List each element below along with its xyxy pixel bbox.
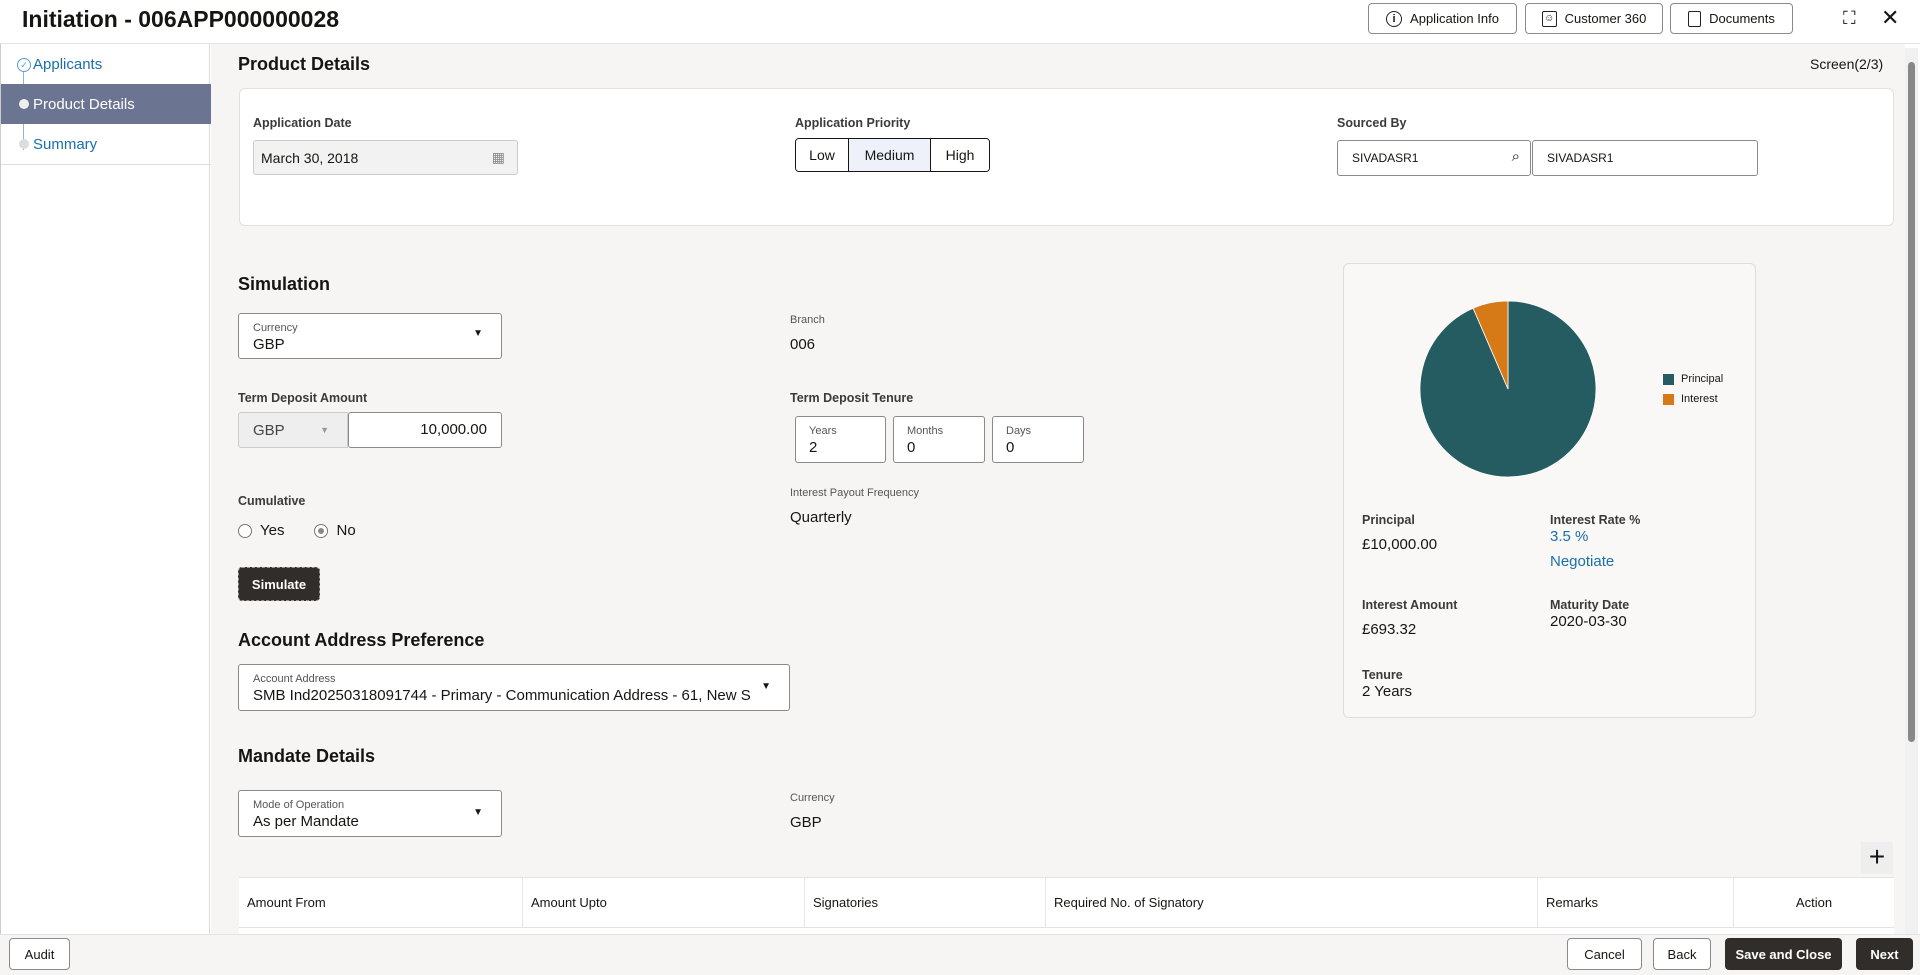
save-and-close-button[interactable]: Save and Close (1725, 938, 1842, 970)
simulation-title: Simulation (238, 274, 331, 294)
audit-button[interactable]: Audit (9, 938, 70, 970)
calendar-icon[interactable]: ▦ (492, 149, 505, 166)
mandate-currency-value: GBP (790, 814, 822, 831)
currency-select[interactable]: Currency GBP ▼ (238, 313, 502, 359)
sourced-by-id-value: SIVADASR1 (1352, 151, 1419, 165)
legend-swatch (1663, 393, 1674, 405)
interest-rate-value: 3.5 % (1550, 528, 1589, 545)
vertical-scrollbar[interactable] (1905, 48, 1918, 934)
mode-of-operation-value: As per Mandate (253, 813, 359, 830)
interest-rate-label: Interest Rate % (1550, 513, 1641, 527)
interest-amount-label: Interest Amount (1362, 598, 1458, 612)
amount-currency-value: GBP (253, 421, 285, 439)
cumulative-no-radio[interactable] (314, 523, 329, 538)
tenure-months-input[interactable]: Months 0 (893, 416, 985, 463)
mandate-currency-label: Currency (790, 792, 835, 804)
legend-label: Interest (1681, 393, 1718, 405)
days-value: 0 (1006, 439, 1015, 456)
sourced-by-name-field[interactable]: SIVADASR1 (1532, 140, 1758, 176)
legend-item-principal: Principal (1663, 373, 1723, 385)
tenure-days-input[interactable]: Days 0 (992, 416, 1084, 463)
table-divider (239, 927, 1894, 928)
plus-icon: + (1868, 841, 1886, 872)
column-header-amount-upto[interactable]: Amount Upto (523, 878, 805, 927)
account-address-select[interactable]: Account Address SMB Ind20250318091744 - … (238, 664, 790, 711)
application-date-label: Application Date (253, 116, 352, 130)
negotiate-link[interactable]: Negotiate (1550, 553, 1614, 570)
sourced-by-id-field[interactable]: SIVADASR1 ⌕ (1337, 140, 1531, 176)
sourced-by-label: Sourced By (1337, 116, 1407, 130)
years-value: 2 (809, 439, 818, 456)
chevron-down-icon: ▼ (473, 328, 483, 339)
tenure-summary-label: Tenure (1362, 668, 1403, 682)
mandate-section-title: Mandate Details (238, 746, 376, 766)
amount-label: Term Deposit Amount (238, 391, 368, 405)
scrollbar-thumb[interactable] (1908, 62, 1915, 742)
legend-swatch (1663, 373, 1674, 385)
section-title: Product Details (238, 54, 371, 74)
legend-item-interest: Interest (1663, 393, 1723, 405)
chart-legend: Principal Interest (1663, 373, 1723, 405)
branch-label: Branch (790, 314, 825, 326)
mandate-table: Amount From Amount Upto Signatories Requ… (239, 877, 1894, 934)
simulate-button[interactable]: Simulate (238, 567, 320, 601)
principal-value: £10,000.00 (1362, 536, 1438, 553)
back-button[interactable]: Back (1653, 938, 1711, 970)
cumulative-no-label: No (336, 522, 356, 539)
sourced-by-name-value: SIVADASR1 (1547, 151, 1614, 165)
priority-high[interactable]: High (931, 139, 989, 171)
column-header-signatories[interactable]: Signatories (805, 878, 1046, 927)
cumulative-label: Cumulative (238, 494, 306, 508)
maturity-date-label: Maturity Date (1550, 598, 1630, 612)
main-content: Product Details Screen(2/3) Application … (211, 44, 1905, 934)
tenure-label: Term Deposit Tenure (790, 391, 914, 405)
priority-low[interactable]: Low (796, 139, 849, 171)
mode-of-operation-label: Mode of Operation (253, 799, 345, 811)
chevron-down-icon: ▼ (473, 807, 483, 818)
tenure-years-input[interactable]: Years 2 (795, 416, 886, 463)
branch-value: 006 (790, 336, 816, 353)
chevron-down-icon: ▼ (320, 425, 329, 435)
column-header-action[interactable]: Action (1734, 878, 1894, 927)
payout-value: Quarterly (790, 509, 852, 526)
mode-of-operation-select[interactable]: Mode of Operation As per Mandate ▼ (238, 790, 502, 837)
column-header-required-signatory[interactable]: Required No. of Signatory (1046, 878, 1538, 927)
cancel-button[interactable]: Cancel (1567, 938, 1642, 970)
months-value: 0 (907, 439, 916, 456)
column-header-remarks[interactable]: Remarks (1538, 878, 1734, 927)
currency-value: GBP (253, 336, 285, 353)
cumulative-yes-label: Yes (260, 522, 285, 539)
priority-selector: Low Medium High (795, 138, 990, 172)
simulation-summary-panel: Principal Interest Principal £10,000.00 … (1343, 263, 1756, 718)
months-label: Months (907, 425, 944, 437)
payout-label: Interest Payout Frequency (790, 487, 920, 499)
tenure-summary-value: 2 Years (1362, 683, 1413, 700)
priority-medium[interactable]: Medium (849, 139, 931, 171)
maturity-date-value: 2020-03-30 (1550, 613, 1627, 630)
application-date-field[interactable]: March 30, 2018 ▦ (253, 140, 518, 175)
amount-currency-select[interactable]: GBP ▼ (238, 412, 348, 448)
next-button[interactable]: Next (1856, 938, 1913, 970)
years-label: Years (809, 425, 837, 437)
amount-input[interactable]: 10,000.00 (348, 412, 502, 448)
footer: Audit Cancel Back Save and Close Next (0, 934, 1920, 975)
interest-amount-value: £693.32 (1362, 621, 1417, 638)
account-address-value: SMB Ind20250318091744 - Primary - Commun… (253, 687, 751, 704)
cumulative-yes-radio[interactable] (238, 523, 252, 538)
currency-label: Currency (253, 322, 298, 334)
legend-label: Principal (1681, 373, 1724, 385)
priority-label: Application Priority (795, 116, 911, 130)
search-icon[interactable]: ⌕ (1512, 148, 1520, 165)
cumulative-radio-group: Yes No (238, 522, 356, 539)
chevron-down-icon: ▼ (761, 681, 771, 692)
column-header-amount-from[interactable]: Amount From (239, 878, 523, 927)
account-address-label: Account Address (253, 673, 336, 685)
application-date-value: March 30, 2018 (261, 149, 359, 166)
principal-label: Principal (1362, 513, 1415, 527)
screen-indicator: Screen(2/3) (1810, 56, 1884, 72)
days-label: Days (1006, 425, 1032, 437)
add-row-button[interactable]: + (1861, 842, 1893, 874)
address-section-title: Account Address Preference (238, 630, 485, 650)
